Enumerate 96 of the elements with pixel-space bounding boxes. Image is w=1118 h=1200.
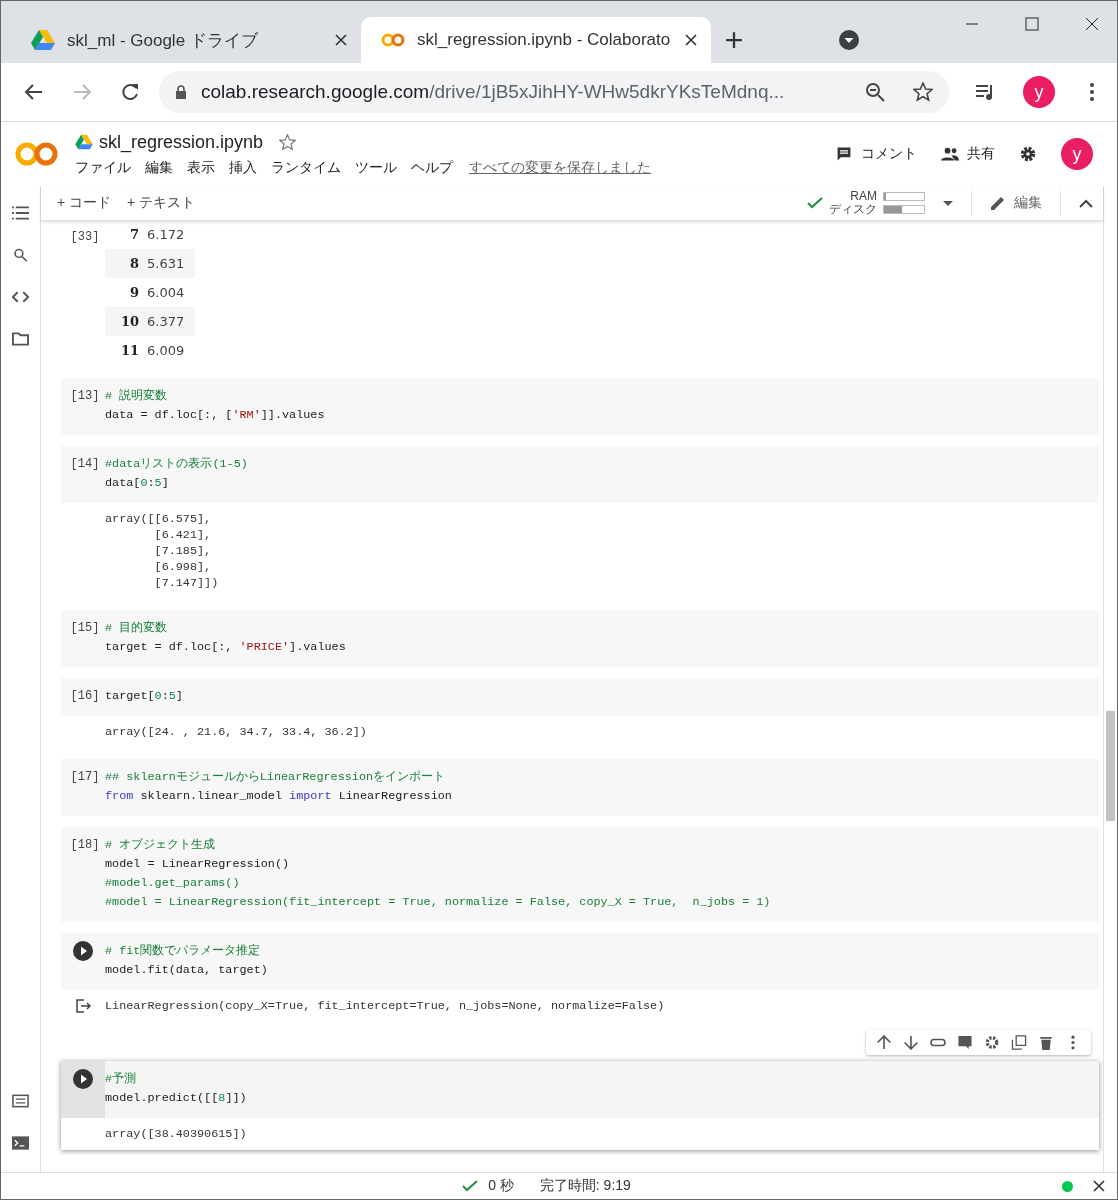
profile-avatar[interactable]: y — [1023, 76, 1055, 108]
code-icon[interactable] — [12, 290, 29, 304]
comment-button[interactable]: コメント — [835, 145, 917, 163]
people-icon — [941, 146, 959, 162]
table-cell-text: 6.009 — [146, 343, 186, 358]
settings-icon[interactable] — [984, 1035, 1000, 1050]
scrollbar-thumb[interactable] — [1106, 711, 1115, 821]
zoom-icon[interactable] — [865, 82, 885, 102]
disk-label: ディスク — [829, 203, 877, 216]
code-editor[interactable]: # 目的変数 target = df.loc[:, 'PRICE'].values — [105, 619, 1099, 657]
row-index: 10 — [119, 314, 139, 329]
run-button[interactable] — [73, 941, 93, 961]
code-editor[interactable]: # 説明変数 data = df.loc[:, ['RM']].values — [105, 387, 1099, 425]
add-cell-button[interactable]: + コード — [57, 194, 112, 212]
tab-title: skl_regression.ipynb - Colaborato — [417, 30, 672, 50]
code-editor[interactable]: ## sklearnモジュールからLinearRegressionをインポート from sklearn.linear_model import LinearRegression — [105, 768, 1099, 806]
edit-button[interactable]: 編集 — [990, 194, 1042, 212]
menu-item[interactable]: 表示 — [187, 158, 215, 177]
row-index: 8 — [128, 256, 139, 271]
execution-count: [15] — [69, 620, 100, 637]
close-icon[interactable] — [1085, 17, 1099, 31]
tab-search-icon[interactable] — [839, 30, 859, 50]
folder-icon[interactable] — [12, 332, 29, 346]
menu-item[interactable]: 挿入 — [229, 158, 257, 177]
table-cell-text: 5.631 — [146, 256, 186, 271]
save-status-link[interactable]: すべての変更を保存しました — [469, 158, 651, 177]
mirror-cell-icon[interactable] — [1011, 1035, 1027, 1050]
new-tab-icon[interactable] — [725, 31, 743, 49]
browser-tab[interactable]: skl_regression.ipynb - Colaborato — [361, 17, 711, 63]
chevron-up-icon[interactable] — [1079, 198, 1093, 208]
move-up-icon[interactable] — [876, 1035, 892, 1050]
row-index: 9 — [128, 285, 139, 300]
back-icon[interactable] — [23, 82, 45, 102]
comment-icon — [835, 146, 853, 162]
add-cell-button[interactable]: + テキスト — [127, 194, 196, 212]
code-editor[interactable]: # オブジェクト生成 model = LinearRegression() #model.get_params() #model = LinearRegression(fit_intercept = True, normalize = False, copy_X = True, n_jobs = 1) — [105, 836, 1099, 912]
cell-output: array([38.40390615]) — [105, 1126, 247, 1142]
menu-item[interactable]: ファイル — [75, 158, 131, 177]
notebook-title[interactable]: skl_regression.ipynb — [99, 131, 264, 153]
completion-time: 完了時間: 9:19 — [539, 1177, 631, 1195]
url-text: colab.research.google.com/drive/1jB5xJihHY-WHw5dkrYKsTeMdnq... — [201, 81, 786, 103]
row-index: 11 — [119, 343, 139, 358]
address-bar[interactable]: colab.research.google.com/drive/1jB5xJihHY-WHw5dkrYKsTeMdnq... — [159, 71, 949, 113]
table-cell-text: 6.004 — [146, 285, 186, 300]
settings-icon[interactable] — [1019, 145, 1037, 163]
cell-output: LinearRegression(copy_X=True, fit_intercept=True, n_jobs=None, normalize=False) — [105, 998, 665, 1014]
check-icon — [807, 197, 823, 209]
code-editor[interactable]: target[0:5] — [105, 687, 1099, 706]
maximize-icon[interactable] — [1025, 17, 1039, 31]
row-index: 7 — [128, 227, 139, 242]
search-icon[interactable] — [12, 248, 29, 262]
cell-output: array([[6.575], [6.421], [7.185], [6.998], [7.147]]) — [105, 511, 219, 591]
table-cell-text: 6.172 — [146, 227, 186, 242]
cell-output: array([24. , 21.6, 34.7, 33.4, 36.2]) — [105, 724, 367, 740]
execution-count: [33] — [69, 229, 100, 246]
drive-icon — [75, 134, 93, 150]
execution-count: [17] — [69, 769, 100, 786]
menu-item[interactable]: ツール — [355, 158, 397, 177]
ram-label: RAM — [850, 190, 877, 203]
execution-count: [16] — [69, 688, 100, 705]
comment-icon[interactable] — [957, 1035, 973, 1050]
close-icon[interactable] — [335, 34, 347, 46]
share-button[interactable]: 共有 — [941, 145, 995, 163]
terminal-icon[interactable] — [12, 1136, 29, 1150]
run-button[interactable] — [73, 1069, 93, 1089]
close-icon[interactable] — [1093, 1180, 1105, 1192]
reload-icon[interactable] — [119, 82, 141, 102]
menu-item[interactable]: ヘルプ — [411, 158, 453, 177]
caret-icon[interactable] — [943, 200, 953, 206]
move-down-icon[interactable] — [903, 1035, 919, 1050]
lock-icon — [175, 85, 187, 99]
keyboard-icon[interactable] — [12, 1094, 29, 1108]
drive-icon — [31, 29, 55, 51]
connected-dot — [1062, 1180, 1073, 1192]
trash-icon[interactable] — [1038, 1035, 1054, 1050]
close-icon[interactable] — [685, 34, 697, 46]
check-icon — [462, 1180, 479, 1192]
profile-avatar[interactable]: y — [1061, 138, 1093, 170]
disk-meter — [883, 205, 925, 214]
browser-tab[interactable]: skl_ml - Google ドライブ — [11, 17, 361, 63]
menu-item[interactable]: ランタイム — [271, 158, 341, 177]
code-editor[interactable]: #dataリストの表示(1-5) data[0:5] — [105, 455, 1099, 493]
colab-logo-icon[interactable] — [15, 140, 59, 168]
tab-title: skl_ml - Google ドライブ — [67, 29, 259, 52]
menu-item[interactable]: 編集 — [145, 158, 173, 177]
star-icon[interactable] — [913, 82, 933, 102]
execution-count: [18] — [69, 837, 100, 854]
table-of-contents-icon[interactable] — [12, 206, 29, 220]
pencil-icon — [990, 195, 1006, 211]
execution-count: [14] — [69, 456, 100, 473]
ram-meter — [883, 192, 925, 201]
table-cell-text: 6.377 — [146, 314, 186, 329]
run-duration: 0 秒 — [488, 1177, 514, 1195]
output-icon[interactable] — [75, 998, 91, 1014]
star-icon[interactable] — [279, 133, 297, 151]
execution-count: [13] — [69, 388, 100, 405]
